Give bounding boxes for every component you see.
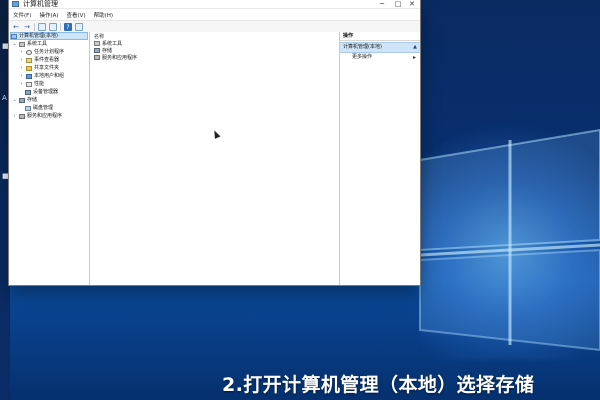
services-icon (94, 55, 100, 60)
desktop: ■ A ■ 计算机管理 ─ □ ✕ 文件(F) 操作(A) 查看(V) 帮助(H… (0, 0, 600, 400)
show-tree-icon[interactable] (38, 23, 46, 31)
tree-item-performance[interactable]: › 性能 (19, 80, 45, 88)
chevron-down-icon[interactable]: ⌄ (12, 96, 17, 104)
tree-item-system-tools[interactable]: ⌄ 系统工具 (12, 40, 47, 48)
results-list: 系统工具 存储 服务和应用程序 (94, 40, 137, 61)
computer-management-window[interactable]: 计算机管理 ─ □ ✕ 文件(F) 操作(A) 查看(V) 帮助(H) ← → … (9, 0, 420, 285)
tree-item-computer-management-local[interactable]: 计算机管理(本地) (10, 32, 88, 40)
window-titlebar[interactable]: 计算机管理 ─ □ ✕ (9, 0, 420, 9)
panes: 计算机管理(本地) ⌄ 系统工具 › 任务计划程序 › 事件查看器 › 共享文件… (9, 32, 420, 285)
tree-item-services-apps[interactable]: › 服务和应用程序 (12, 112, 63, 120)
chevron-right-icon[interactable]: › (19, 80, 24, 88)
more-actions-item[interactable]: 更多操作 ▸ (340, 53, 420, 62)
chevron-right-icon[interactable]: › (19, 56, 24, 64)
menu-file[interactable]: 文件(F) (13, 11, 31, 19)
list-item-system-tools[interactable]: 系统工具 (94, 40, 137, 47)
tutorial-caption: 2.打开计算机管理（本地）选择存储 (222, 374, 535, 396)
storage-icon (19, 97, 25, 103)
menu-help[interactable]: 帮助(H) (94, 11, 113, 19)
performance-icon (26, 81, 32, 87)
back-arrow-icon[interactable]: ← (12, 23, 20, 31)
menu-action[interactable]: 操作(A) (39, 11, 58, 19)
console-tree[interactable]: 计算机管理(本地) ⌄ 系统工具 › 任务计划程序 › 事件查看器 › 共享文件… (9, 32, 90, 285)
submenu-arrow-icon: ▸ (412, 54, 416, 61)
disk-icon (25, 105, 31, 111)
actions-section-computer-management[interactable]: 计算机管理(本地) ▲ (340, 42, 420, 53)
tree-item-disk-management[interactable]: 磁盘管理 (25, 104, 53, 112)
tree-item-task-scheduler[interactable]: › 任务计划程序 (19, 48, 65, 56)
help-icon[interactable]: ? (64, 23, 72, 31)
chevron-right-icon[interactable]: › (19, 48, 24, 56)
computer-management-icon (12, 1, 19, 7)
column-header-name[interactable]: 名称 (94, 33, 104, 40)
tools-icon (94, 41, 100, 46)
chevron-right-icon[interactable]: › (19, 64, 24, 72)
desktop-left-mark: ■ (2, 172, 9, 180)
chevron-down-icon[interactable]: ⌄ (12, 40, 17, 48)
actions-pane: 操作 计算机管理(本地) ▲ 更多操作 ▸ (340, 32, 420, 285)
list-item-storage[interactable]: 存储 (94, 47, 137, 54)
desktop-left-mark: ■ (2, 42, 9, 50)
services-icon (19, 113, 25, 119)
tree-item-storage[interactable]: ⌄ 存储 (12, 96, 37, 104)
toolbar-separator (34, 23, 35, 31)
minimize-button[interactable]: ─ (376, 0, 388, 8)
tools-icon (19, 41, 25, 47)
close-button[interactable]: ✕ (406, 0, 418, 8)
clock-icon (26, 49, 32, 55)
users-icon (26, 73, 32, 79)
chevron-right-icon[interactable]: › (12, 112, 17, 120)
toolbar-separator (60, 23, 61, 31)
tree-item-shared-folders[interactable]: › 共享文件夹 (19, 64, 60, 72)
results-pane[interactable]: 名称 系统工具 存储 服务和应用程序 (90, 32, 340, 285)
menu-view[interactable]: 查看(V) (67, 11, 86, 19)
windows-logo-wallpaper (419, 128, 600, 352)
mouse-cursor-icon (211, 129, 221, 139)
event-viewer-icon (26, 57, 32, 63)
actions-header: 操作 (340, 32, 420, 41)
desktop-left-mark: A (2, 94, 7, 102)
tree-item-event-viewer[interactable]: › 事件查看器 (19, 56, 60, 64)
collapse-icon[interactable]: ▲ (413, 43, 417, 52)
chevron-right-icon[interactable]: › (19, 72, 24, 80)
forward-arrow-icon[interactable]: → (23, 23, 31, 31)
storage-icon (94, 48, 100, 53)
tree-item-local-users-groups[interactable]: › 本地用户和组 (19, 72, 65, 80)
tree-item-device-manager[interactable]: 设备管理器 (25, 88, 58, 96)
window-title: 计算机管理 (23, 0, 58, 8)
computer-icon (11, 33, 17, 39)
maximize-button[interactable]: □ (392, 0, 404, 8)
export-icon[interactable] (49, 23, 57, 31)
properties-icon[interactable] (75, 23, 83, 31)
device-manager-icon (25, 89, 31, 95)
menubar: 文件(F) 操作(A) 查看(V) 帮助(H) (9, 9, 420, 20)
folder-icon (26, 65, 32, 71)
list-item-services-apps[interactable]: 服务和应用程序 (94, 54, 137, 61)
